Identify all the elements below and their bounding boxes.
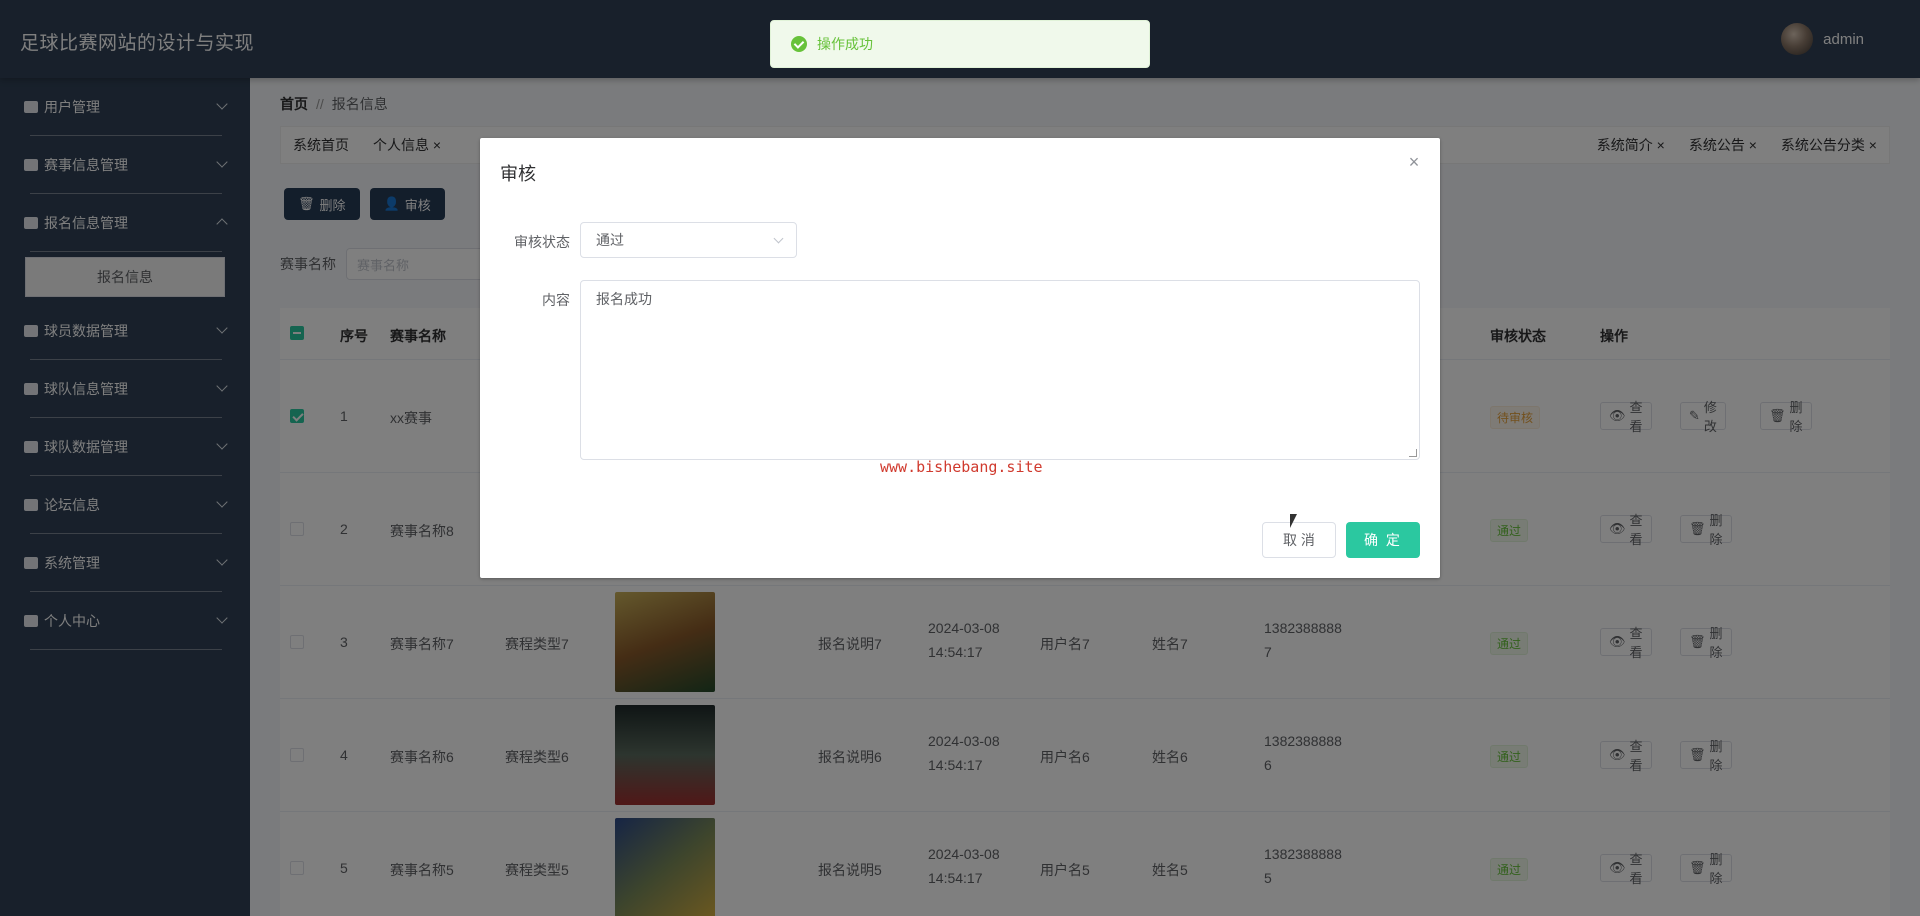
resize-handle-icon[interactable] [1409,449,1417,457]
status-select[interactable]: 通过 [580,222,797,258]
dialog-title: 审核 [500,164,536,184]
content-label: 内容 [542,292,570,308]
chevron-down-icon [773,233,784,244]
toast-message: 操作成功 [817,36,873,52]
mouse-cursor-icon [1290,514,1304,528]
success-toast: 操作成功 [770,20,1150,68]
content-text: 报名成功 [596,291,652,307]
content-textarea[interactable]: 报名成功 [580,280,1420,460]
audit-dialog: 审核 × 审核状态 通过 内容 报名成功 www.bishebang.site … [480,138,1440,578]
close-icon[interactable]: × [1406,153,1422,171]
status-select-value: 通过 [596,232,624,248]
app-root: 足球比赛网站的设计与实现 admin 用户管理 赛事信息管理 报名信息管理 报名… [0,0,1920,916]
confirm-button[interactable]: 确 定 [1346,522,1420,558]
status-label: 审核状态 [514,234,570,250]
watermark: www.bishebang.site [880,458,1043,476]
check-circle-icon [791,36,807,52]
